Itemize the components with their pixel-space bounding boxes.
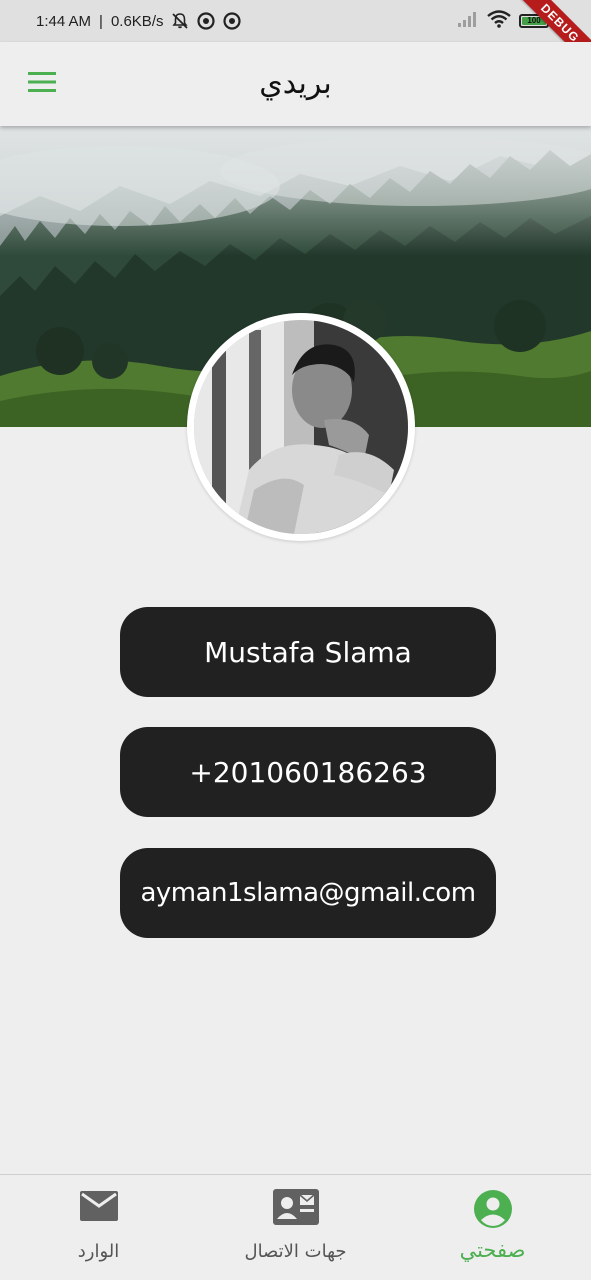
status-speed: 0.6KB/s (110, 12, 164, 30)
status-separator: | (99, 12, 103, 30)
nav-item-inbox[interactable]: الوارد (0, 1175, 197, 1280)
contact-card-icon (272, 1189, 319, 1229)
avatar[interactable] (194, 320, 408, 534)
nav-item-contacts[interactable]: جهات الاتصال (197, 1175, 394, 1280)
menu-button[interactable] (18, 62, 66, 106)
status-time: 1:44 AM (36, 12, 92, 30)
avatar-frame (187, 313, 415, 541)
nav-item-my-page[interactable]: صفحتي (394, 1175, 591, 1280)
screen: 1:44 AM | 0.6KB/s 100 DEBUG بريدي Mustaf… (0, 0, 591, 1280)
hamburger-menu-icon (27, 71, 57, 97)
wifi-icon (487, 10, 511, 32)
profile-phone-card: +201060186263 (120, 727, 496, 817)
sync-circle-icon (223, 12, 242, 30)
page-title: بريدي (259, 66, 332, 101)
bottom-navigation: الوارد جهات الاتصال صفحتي (0, 1174, 591, 1280)
nav-label-contacts: جهات الاتصال (244, 1241, 347, 1262)
status-bar: 1:44 AM | 0.6KB/s 100 DEBUG (0, 0, 591, 77)
nav-label-my-page: صفحتي (459, 1238, 526, 1262)
mail-icon (79, 1189, 119, 1227)
status-left: 1:44 AM | 0.6KB/s (36, 0, 242, 42)
nav-label-inbox: الوارد (77, 1241, 120, 1262)
profile-email-card: ayman1slama@gmail.com (120, 848, 496, 938)
app-bar: بريدي (0, 42, 591, 126)
profile-name-card: Mustafa Slama (120, 607, 496, 697)
bell-muted-icon (171, 12, 189, 30)
sync-circle-icon (197, 12, 216, 30)
account-circle-icon (473, 1189, 513, 1233)
battery-level: 100 (527, 16, 541, 25)
signal-icon (457, 11, 479, 31)
